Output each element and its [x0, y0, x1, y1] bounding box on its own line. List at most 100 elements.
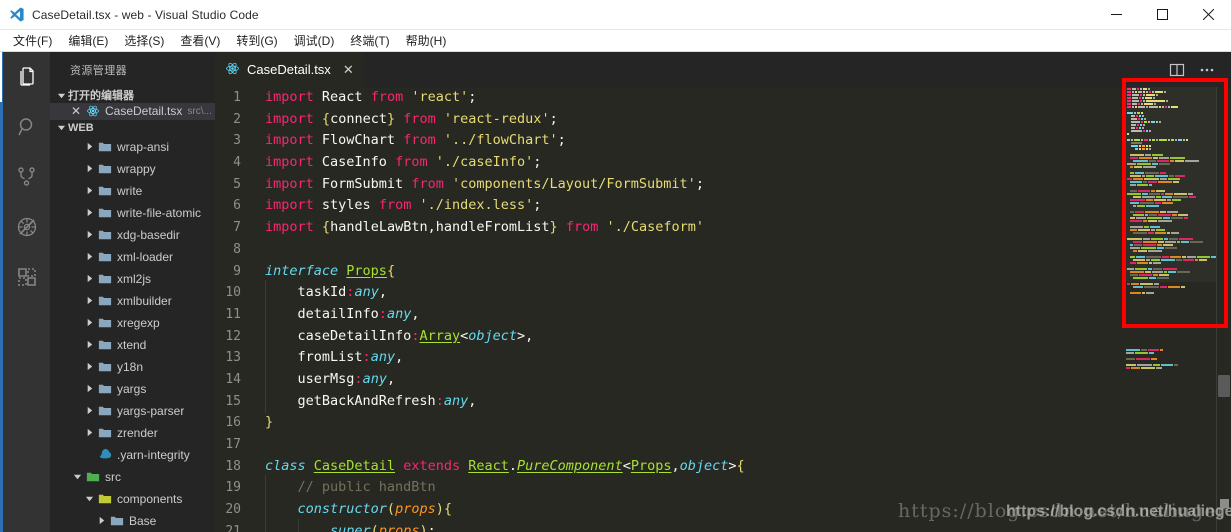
tree-item--yarn-integrity[interactable]: .yarn-integrity	[50, 444, 215, 466]
close-icon[interactable]	[1185, 0, 1231, 30]
tree-item-xml-loader[interactable]: xml-loader	[50, 246, 215, 268]
minimap-token	[1151, 258, 1160, 261]
tree-item-xdg-basedir[interactable]: xdg-basedir	[50, 224, 215, 246]
tree-item-write-file-atomic[interactable]: write-file-atomic	[50, 202, 215, 224]
tree-item-xml2js[interactable]: xml2js	[50, 268, 215, 290]
code-line[interactable]: 11 detailInfo:any,	[215, 304, 1231, 326]
code-line[interactable]: 5 import FormSubmit from 'components/Layo…	[215, 174, 1231, 196]
code-line[interactable]: 20 constructor(props){	[215, 499, 1231, 521]
section-workspace[interactable]: WEB	[50, 120, 215, 136]
tree-item-xtend[interactable]: xtend	[50, 334, 215, 356]
menu-edit[interactable]: 编辑(E)	[60, 31, 116, 51]
minimap-token	[1164, 237, 1168, 240]
code-line[interactable]: 16}	[215, 412, 1231, 434]
chevron-right-icon[interactable]	[82, 208, 96, 217]
minimize-icon[interactable]	[1093, 0, 1139, 30]
chevron-right-icon[interactable]	[82, 296, 96, 305]
chevron-right-icon[interactable]	[82, 142, 96, 151]
folder-icon	[96, 316, 114, 330]
menu-selection[interactable]: 选择(S)	[116, 31, 172, 51]
tree-item-wrappy[interactable]: wrappy	[50, 158, 215, 180]
chevron-right-icon[interactable]	[82, 384, 96, 393]
code-line[interactable]: 12 caseDetailInfo:Array<object>,	[215, 326, 1231, 348]
menu-debug[interactable]: 调试(D)	[286, 31, 343, 51]
code-line[interactable]: 1 import React from 'react';	[215, 87, 1231, 109]
minimap[interactable]	[1125, 87, 1217, 532]
chevron-down-icon[interactable]	[82, 494, 96, 503]
code-line[interactable]: 14 userMsg:any,	[215, 369, 1231, 391]
open-editor-item-casedetail[interactable]: ✕ CaseDetail.tsx src\...	[50, 103, 215, 120]
menu-terminal[interactable]: 终端(T)	[342, 31, 397, 51]
minimap-token	[1158, 240, 1164, 243]
activity-item-explorer[interactable]	[0, 52, 50, 102]
tree-item-xregexp[interactable]: xregexp	[50, 312, 215, 334]
line-number: 21	[225, 523, 241, 532]
line-text: interface Props{	[265, 261, 395, 283]
editor-vertical-scrollbar[interactable]	[1217, 87, 1231, 532]
title-bar: CaseDetail.tsx - web - Visual Studio Cod…	[0, 0, 1231, 30]
chevron-down-icon[interactable]	[70, 472, 84, 481]
activity-item-run-debug[interactable]	[3, 202, 50, 252]
split-editor-icon[interactable]	[1163, 52, 1191, 87]
menu-file[interactable]: 文件(F)	[5, 31, 60, 51]
chevron-right-icon[interactable]	[82, 340, 96, 349]
code-line[interactable]: 9 interface Props{	[215, 261, 1231, 283]
activity-item-extensions[interactable]	[3, 252, 50, 302]
menu-go[interactable]: 转到(G)	[228, 31, 285, 51]
more-actions-icon[interactable]	[1193, 52, 1221, 87]
chevron-right-icon[interactable]	[82, 318, 96, 327]
code-content[interactable]: 1 import React from 'react'; 2 import {conn…	[215, 87, 1231, 532]
chevron-right-icon[interactable]	[82, 164, 96, 173]
chevron-right-icon[interactable]	[82, 252, 96, 261]
code-line[interactable]: 17	[215, 434, 1231, 456]
close-icon[interactable]: ✕	[68, 105, 84, 117]
chevron-right-icon[interactable]	[94, 516, 108, 525]
code-line[interactable]: 6 import styles from './index.less';	[215, 195, 1231, 217]
section-open-editors-label: 打开的编辑器	[68, 90, 134, 103]
chevron-right-icon[interactable]	[82, 186, 96, 195]
activity-item-source-control[interactable]	[3, 152, 50, 202]
activity-item-search[interactable]	[3, 102, 50, 152]
chevron-right-icon[interactable]	[82, 230, 96, 239]
code-line[interactable]: 18 class CaseDetail extends React.PureCom…	[215, 456, 1231, 478]
code-line[interactable]: 2 import {connect} from 'react-redux';	[215, 109, 1231, 131]
code-line[interactable]: 7 import {handleLawBtn,handleFromList} fr…	[215, 217, 1231, 239]
menu-view[interactable]: 查看(V)	[172, 31, 228, 51]
minimap-token	[1127, 237, 1142, 240]
code-line[interactable]: 13 fromList:any,	[215, 347, 1231, 369]
tree-item-zrender[interactable]: zrender	[50, 422, 215, 444]
tree-item-yargs-parser[interactable]: yargs-parser	[50, 400, 215, 422]
tree-item-wrap-ansi[interactable]: wrap-ansi	[50, 136, 215, 158]
tree-item-write[interactable]: write	[50, 180, 215, 202]
minimap-token	[1185, 159, 1199, 162]
minimap-token	[1143, 180, 1147, 183]
code-line[interactable]: 3 import FlowChart from '../flowChart';	[215, 130, 1231, 152]
menu-help[interactable]: 帮助(H)	[398, 31, 455, 51]
code-line[interactable]: 19 // public handBtn	[215, 477, 1231, 499]
editor-surface[interactable]: 1 import React from 'react'; 2 import {conn…	[215, 87, 1231, 532]
code-line[interactable]: 8	[215, 239, 1231, 261]
chevron-right-icon[interactable]	[82, 406, 96, 415]
tab-casedetail-tsx[interactable]: CaseDetail.tsx ✕	[215, 52, 365, 87]
tree-item-base[interactable]: Base	[50, 510, 215, 532]
code-line[interactable]: 4 import CaseInfo from './caseInfo';	[215, 152, 1231, 174]
scrollbar-thumb[interactable]	[1218, 375, 1230, 397]
minimap-token	[1126, 348, 1140, 351]
close-icon[interactable]: ✕	[343, 63, 354, 76]
section-open-editors[interactable]: 打开的编辑器	[50, 87, 215, 103]
code-line[interactable]: 10 taskId:any,	[215, 282, 1231, 304]
code-line[interactable]: 15 getBackAndRefresh:any,	[215, 391, 1231, 413]
tree-item-src[interactable]: src	[50, 466, 215, 488]
chevron-right-icon[interactable]	[82, 428, 96, 437]
code-token: caseDetailInfo	[297, 327, 412, 344]
minimap-token	[1147, 216, 1162, 219]
chevron-right-icon[interactable]	[82, 362, 96, 371]
minimap-token	[1148, 231, 1154, 234]
tree-item-y18n[interactable]: y18n	[50, 356, 215, 378]
tree-item-components[interactable]: components	[50, 488, 215, 510]
tree-item-xmlbuilder[interactable]: xmlbuilder	[50, 290, 215, 312]
maximize-icon[interactable]	[1139, 0, 1185, 30]
tree-item-yargs[interactable]: yargs	[50, 378, 215, 400]
code-line[interactable]: 21 super(props);	[215, 521, 1231, 532]
chevron-right-icon[interactable]	[82, 274, 96, 283]
